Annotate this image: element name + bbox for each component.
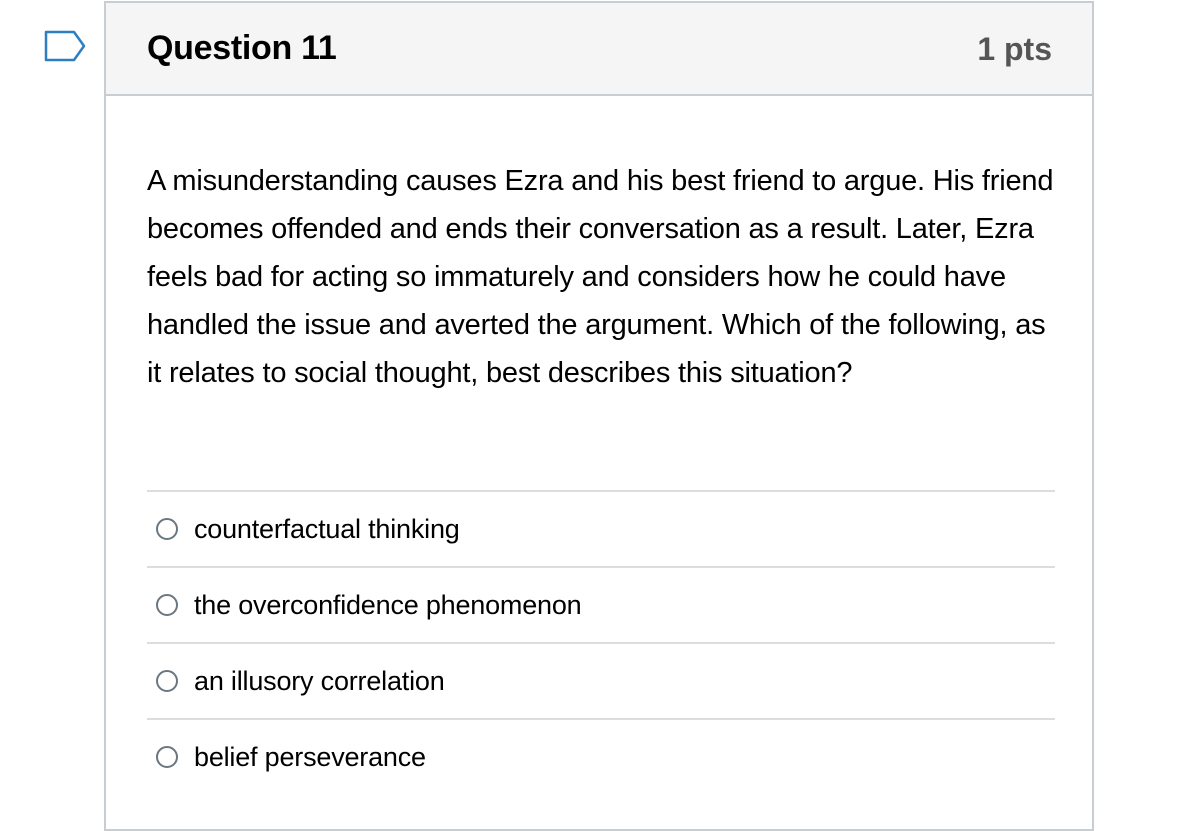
answer-label[interactable]: belief perseverance [194,742,426,773]
answer-label[interactable]: an illusory correlation [194,666,445,697]
answer-label[interactable]: the overconfidence phenomenon [194,590,582,621]
answer-option[interactable]: belief perseverance [147,718,1055,794]
question-header: Question 11 1 pts [106,3,1092,96]
question-title: Question 11 [147,29,337,67]
radio-button[interactable] [156,670,178,692]
answer-option[interactable]: counterfactual thinking [147,490,1055,566]
answer-option[interactable]: the overconfidence phenomenon [147,566,1055,642]
bookmark-flag-icon[interactable] [44,30,88,62]
radio-button[interactable] [156,746,178,768]
answer-list: counterfactual thinking the overconfiden… [147,490,1055,794]
answer-option[interactable]: an illusory correlation [147,642,1055,718]
radio-button[interactable] [156,594,178,616]
radio-button[interactable] [156,518,178,540]
answer-label[interactable]: counterfactual thinking [194,514,460,545]
question-text: A misunderstanding causes Ezra and his b… [147,165,1054,389]
question-card: Question 11 1 pts A misunderstanding cau… [104,1,1094,831]
question-points: 1 pts [977,31,1052,67]
